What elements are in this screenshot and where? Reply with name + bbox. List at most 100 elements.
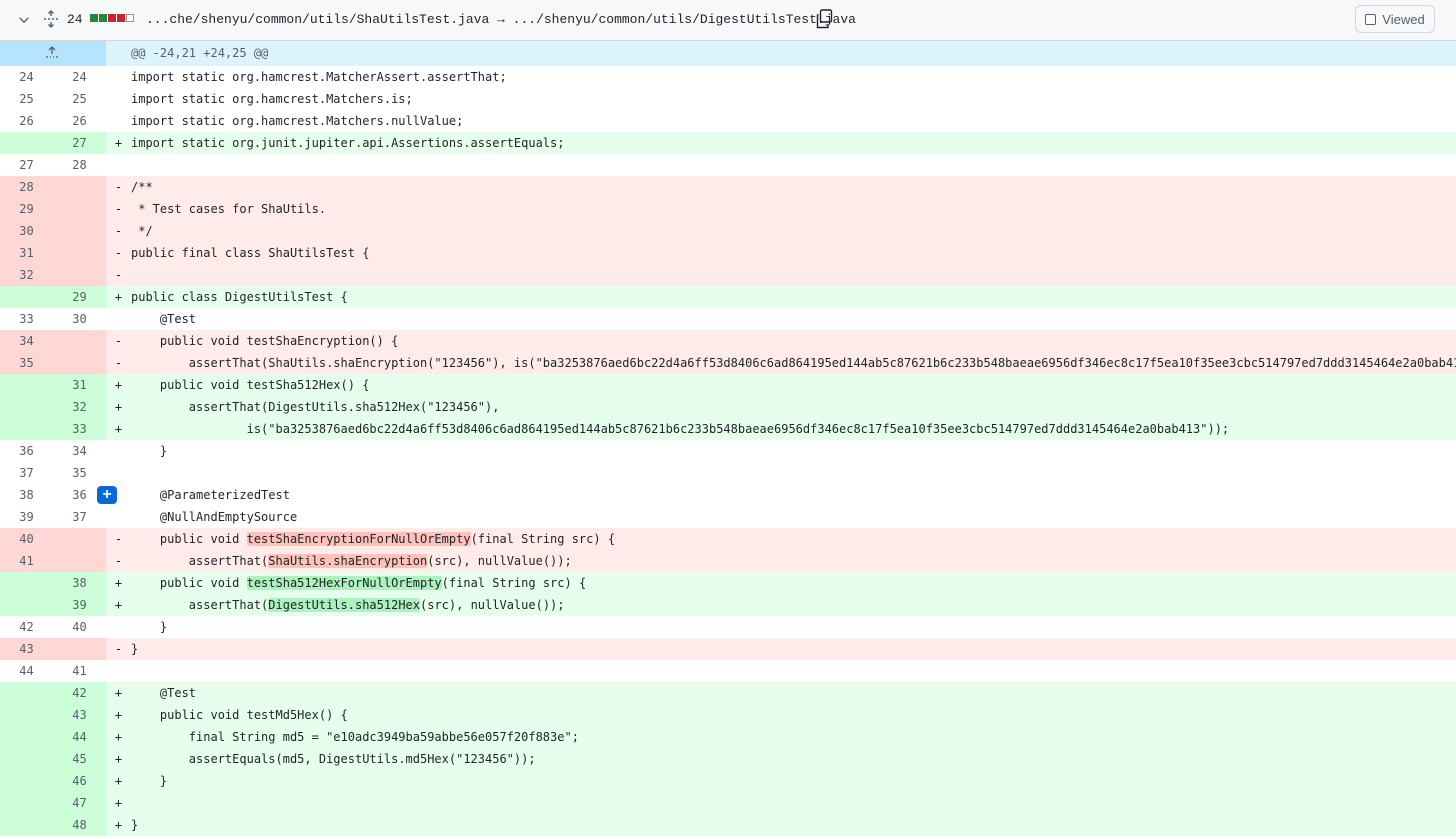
old-line-number[interactable]	[0, 418, 53, 440]
new-line-number[interactable]: 42	[53, 682, 106, 704]
new-line-number[interactable]: 40	[53, 616, 106, 638]
new-line-number[interactable]: 39	[53, 594, 106, 616]
old-line-number[interactable]: 41	[0, 550, 53, 572]
old-line-number[interactable]: 31	[0, 242, 53, 264]
old-line-number[interactable]: 44	[0, 660, 53, 682]
new-line-number[interactable]: 38	[53, 572, 106, 594]
viewed-checkbox[interactable]: Viewed	[1355, 5, 1435, 33]
diff-sign	[106, 506, 131, 528]
code-text: */	[131, 220, 1456, 242]
new-line-number[interactable]: 35	[53, 462, 106, 484]
new-line-number[interactable]: 41	[53, 660, 106, 682]
old-line-number[interactable]: 40	[0, 528, 53, 550]
old-line-number[interactable]	[0, 704, 53, 726]
old-line-number[interactable]	[0, 572, 53, 594]
old-line-number[interactable]: 27	[0, 154, 53, 176]
diff-sign: +	[114, 752, 123, 766]
new-line-number[interactable]	[53, 528, 106, 550]
unfold-icon[interactable]	[43, 10, 59, 28]
old-line-number[interactable]: 39	[0, 506, 53, 528]
new-line-number[interactable]: 32	[53, 396, 106, 418]
new-line-number[interactable]	[53, 198, 106, 220]
old-line-number[interactable]	[0, 792, 53, 814]
new-line-number[interactable]: 33	[53, 418, 106, 440]
new-line-number[interactable]: 25	[53, 88, 106, 110]
new-line-number[interactable]: 45	[53, 748, 106, 770]
diff-sign	[106, 660, 131, 682]
code-segment: assertThat(	[131, 598, 269, 612]
new-line-number[interactable]	[53, 242, 106, 264]
old-line-number[interactable]: 32	[0, 264, 53, 286]
old-line-number[interactable]	[0, 814, 53, 836]
new-line-number[interactable]	[53, 550, 106, 572]
old-line-number[interactable]: 24	[0, 66, 53, 88]
new-line-number[interactable]: 37	[53, 506, 106, 528]
new-line-number[interactable]: 46	[53, 770, 106, 792]
file-header: 24 ...che/shenyu/common/utils/ShaUtilsTe…	[0, 0, 1456, 41]
old-line-number[interactable]: 25	[0, 88, 53, 110]
code-segment: * Test cases for ShaUtils.	[131, 202, 327, 216]
old-line-number[interactable]	[0, 726, 53, 748]
new-line-number[interactable]: 27	[53, 132, 106, 154]
code-segment: assertEquals(md5, DigestUtils.md5Hex("12…	[131, 752, 536, 766]
code-text: * Test cases for ShaUtils.	[131, 198, 1456, 220]
old-line-number[interactable]	[0, 748, 53, 770]
new-line-number[interactable]: 30	[53, 308, 106, 330]
old-line-number[interactable]: 33	[0, 308, 53, 330]
new-line-number[interactable]: 48	[53, 814, 106, 836]
old-line-number[interactable]: 38	[0, 484, 53, 506]
code-text: }	[131, 440, 1456, 462]
new-line-number[interactable]: 24	[53, 66, 106, 88]
file-path[interactable]: ...che/shenyu/common/utils/ShaUtilsTest.…	[146, 12, 856, 27]
new-line-number[interactable]: 29	[53, 286, 106, 308]
code-segment: assertThat(	[131, 554, 269, 568]
old-line-number[interactable]: 42	[0, 616, 53, 638]
new-line-number[interactable]	[53, 352, 106, 374]
old-line-number[interactable]: 36	[0, 440, 53, 462]
code-segment: }	[131, 620, 168, 634]
new-line-number[interactable]: 47	[53, 792, 106, 814]
diff-sign: -	[114, 334, 123, 348]
old-line-number[interactable]	[0, 594, 53, 616]
new-line-number[interactable]: 34	[53, 440, 106, 462]
diff-line-del: 30 - */	[0, 220, 1456, 242]
old-line-number[interactable]	[0, 396, 53, 418]
new-line-number[interactable]: 26	[53, 110, 106, 132]
code-segment: }	[131, 818, 139, 832]
diff-sign: -	[114, 356, 123, 370]
new-line-number[interactable]	[53, 638, 106, 660]
old-line-number[interactable]: 43	[0, 638, 53, 660]
new-line-number[interactable]	[53, 330, 106, 352]
old-line-number[interactable]: 26	[0, 110, 53, 132]
copy-icon[interactable]	[815, 9, 833, 29]
diff-line-add: 27 + import static org.junit.jupiter.api.A…	[0, 132, 1456, 154]
old-line-number[interactable]	[0, 374, 53, 396]
new-line-number[interactable]: 44	[53, 726, 106, 748]
old-line-number[interactable]	[0, 770, 53, 792]
code-segment: import static org.junit.jupiter.api.Asse…	[131, 136, 565, 150]
code-segment: import static org.hamcrest.MatcherAssert…	[131, 70, 507, 84]
new-line-number[interactable]: 31	[53, 374, 106, 396]
expand-up-button[interactable]	[0, 41, 106, 66]
old-line-number[interactable]: 29	[0, 198, 53, 220]
new-line-number[interactable]	[53, 176, 106, 198]
code-segment: @Test	[131, 686, 197, 700]
old-line-number[interactable]: 35	[0, 352, 53, 374]
new-line-number[interactable]	[53, 220, 106, 242]
new-line-number[interactable]: 43	[53, 704, 106, 726]
chevron-down-icon[interactable]	[17, 13, 31, 27]
old-line-number[interactable]: 37	[0, 462, 53, 484]
old-line-number[interactable]	[0, 286, 53, 308]
old-line-number[interactable]	[0, 132, 53, 154]
add-comment-button[interactable]: +	[97, 486, 117, 504]
old-line-number[interactable]: 28	[0, 176, 53, 198]
code-text: }	[131, 616, 1456, 638]
old-line-number[interactable]: 30	[0, 220, 53, 242]
diff-line-ctx: 36 34 }	[0, 440, 1456, 462]
new-line-number[interactable]	[53, 264, 106, 286]
new-line-number[interactable]: 28	[53, 154, 106, 176]
old-line-number[interactable]	[0, 682, 53, 704]
old-line-number[interactable]: 34	[0, 330, 53, 352]
code-text: import static org.hamcrest.Matchers.is;	[131, 88, 1456, 110]
